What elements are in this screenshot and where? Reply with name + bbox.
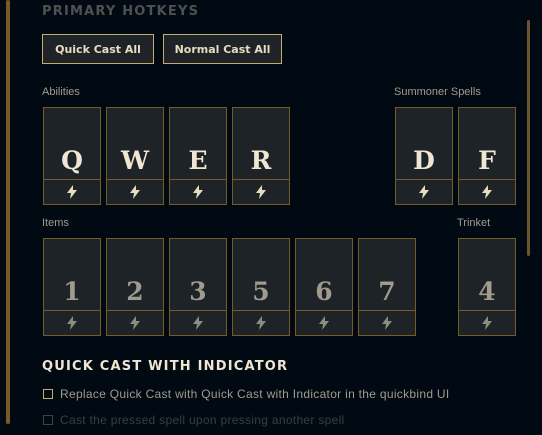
key-label: 2 (126, 277, 144, 306)
quick-cast-toggle[interactable] (107, 310, 163, 335)
key-label: 4 (478, 277, 496, 306)
lightning-icon (319, 316, 329, 330)
key-label: Q (61, 146, 83, 175)
key-item-3[interactable]: 3 (169, 238, 227, 336)
option-replace-quick-cast[interactable]: Replace Quick Cast with Quick Cast with … (43, 387, 450, 401)
option-label: Cast the pressed spell upon pressing ano… (60, 413, 345, 427)
key-label: 5 (252, 277, 270, 306)
checkbox[interactable] (43, 415, 53, 425)
quick-cast-toggle[interactable] (233, 310, 289, 335)
trinket-label: Trinket (457, 217, 491, 229)
quick-cast-toggle[interactable] (107, 179, 163, 204)
key-item-7[interactable]: 7 (358, 238, 416, 336)
quick-cast-toggle[interactable] (459, 179, 515, 204)
key-item-2[interactable]: 2 (106, 238, 164, 336)
key-trinket-4[interactable]: 4 (458, 238, 516, 336)
lightning-icon (130, 185, 140, 199)
quick-cast-toggle[interactable] (44, 179, 100, 204)
key-label: E (188, 146, 208, 175)
lightning-icon (482, 185, 492, 199)
lightning-icon (256, 316, 266, 330)
section-title-quick-cast-with-indicator: QUICK CAST WITH INDICATOR (42, 359, 289, 374)
quick-cast-toggle[interactable] (359, 310, 415, 335)
lightning-icon (419, 185, 429, 199)
lightning-icon (256, 185, 266, 199)
key-ability-r[interactable]: R (232, 107, 290, 205)
lightning-icon (482, 316, 492, 330)
key-label: 1 (63, 277, 81, 306)
key-label: R (250, 146, 272, 175)
key-summoner-f[interactable]: F (458, 107, 516, 205)
lightning-icon (193, 185, 203, 199)
section-title-primary-hotkeys: PRIMARY HOTKEYS (42, 4, 200, 19)
quick-cast-toggle[interactable] (396, 179, 452, 204)
summoner-spells-label: Summoner Spells (394, 86, 481, 98)
quick-cast-toggle[interactable] (170, 179, 226, 204)
checkbox[interactable] (43, 389, 53, 399)
quick-cast-toggle[interactable] (233, 179, 289, 204)
key-label: 3 (189, 277, 207, 306)
key-ability-q[interactable]: Q (43, 107, 101, 205)
items-label: Items (42, 217, 69, 229)
lightning-icon (193, 316, 203, 330)
option-cast-pressed-spell[interactable]: Cast the pressed spell upon pressing ano… (43, 413, 345, 427)
quick-cast-toggle[interactable] (459, 310, 515, 335)
lightning-icon (130, 316, 140, 330)
normal-cast-all-button[interactable]: Normal Cast All (163, 34, 282, 64)
key-label: W (120, 146, 150, 175)
quick-cast-all-button[interactable]: Quick Cast All (42, 34, 154, 64)
key-label: F (478, 146, 496, 175)
quick-cast-toggle[interactable] (44, 310, 100, 335)
key-item-5[interactable]: 5 (232, 238, 290, 336)
quick-cast-toggle[interactable] (170, 310, 226, 335)
abilities-label: Abilities (42, 86, 80, 98)
key-summoner-d[interactable]: D (395, 107, 453, 205)
key-ability-e[interactable]: E (169, 107, 227, 205)
lightning-icon (67, 185, 77, 199)
lightning-icon (382, 316, 392, 330)
key-item-6[interactable]: 6 (295, 238, 353, 336)
key-ability-w[interactable]: W (106, 107, 164, 205)
scrollbar[interactable] (527, 20, 530, 256)
key-label: D (413, 146, 435, 175)
left-rail (6, 0, 10, 424)
option-label: Replace Quick Cast with Quick Cast with … (60, 387, 450, 401)
lightning-icon (67, 316, 77, 330)
key-label: 7 (378, 277, 396, 306)
key-label: 6 (315, 277, 333, 306)
quick-cast-toggle[interactable] (296, 310, 352, 335)
key-item-1[interactable]: 1 (43, 238, 101, 336)
